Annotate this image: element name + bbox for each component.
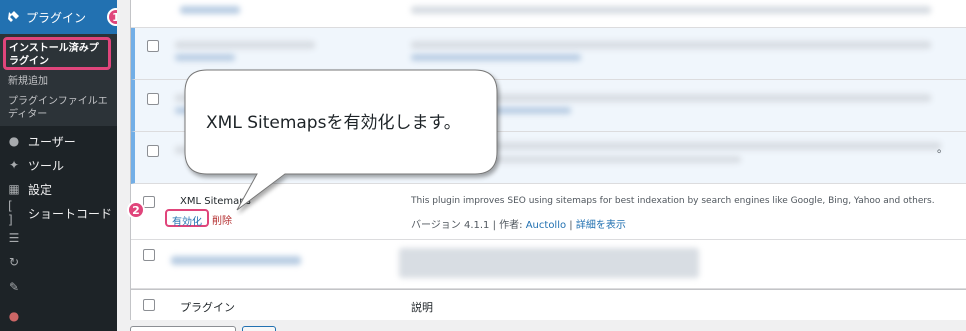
plugin-icon: ● bbox=[8, 309, 20, 323]
bulk-action-select[interactable] bbox=[130, 326, 236, 331]
footer-plugin-header: プラグイン bbox=[180, 301, 235, 314]
meta-separator: | bbox=[566, 220, 576, 231]
sidebar-item-edit[interactable]: ✎ bbox=[0, 275, 117, 299]
plugin-meta: バージョン 4.1.1 | 作者: Auctollo | 詳細を表示 bbox=[411, 216, 626, 231]
sidebar-item-shortcode[interactable]: [ ] ショートコード bbox=[0, 199, 117, 227]
sidebar-item-label: ツール bbox=[28, 158, 65, 173]
sidebar-item-refresh[interactable]: ↻ bbox=[0, 250, 117, 274]
footer-description-header: 説明 bbox=[411, 301, 433, 314]
row-checkbox[interactable] bbox=[147, 145, 159, 157]
row-checkbox[interactable] bbox=[143, 249, 155, 261]
truncated-text: 。 bbox=[937, 142, 948, 155]
brackets-icon: [ ] bbox=[8, 199, 13, 227]
sidebar-item-plugin[interactable]: ● bbox=[0, 304, 117, 328]
plugin-icon bbox=[8, 11, 19, 22]
user-icon: ● bbox=[8, 134, 20, 148]
plugins-submenu: インストール済みプラグイン 新規追加 プラグインファイルエディター bbox=[0, 34, 117, 126]
table-row bbox=[131, 240, 966, 289]
apply-button[interactable] bbox=[242, 326, 276, 331]
author-link[interactable]: Auctollo bbox=[526, 220, 566, 231]
sidebar-item-label: ユーザー bbox=[28, 134, 76, 149]
submenu-add-new[interactable]: 新規追加 bbox=[8, 75, 114, 88]
settings-icon: ▦ bbox=[8, 182, 20, 196]
sidebar-item-users[interactable]: ● ユーザー bbox=[0, 129, 117, 153]
edit-icon: ✎ bbox=[8, 280, 20, 294]
meta-separator: | 作者: bbox=[489, 220, 526, 231]
submenu-plugin-editor[interactable]: プラグインファイルエディター bbox=[8, 95, 114, 121]
list-icon: ☰ bbox=[8, 231, 20, 245]
submenu-installed-plugins[interactable]: インストール済みプラグイン bbox=[3, 37, 111, 70]
wrench-icon: ✦ bbox=[8, 158, 20, 172]
sidebar-item-tools[interactable]: ✦ ツール bbox=[0, 153, 117, 177]
refresh-icon: ↻ bbox=[8, 255, 20, 269]
admin-sidebar: プラグイン インストール済みプラグイン 新規追加 プラグインファイルエディター … bbox=[0, 0, 117, 331]
plugin-version: バージョン 4.1.1 bbox=[411, 220, 490, 231]
callout-text: XML Sitemapsを有効化します。 bbox=[206, 113, 461, 133]
sidebar-item-settings[interactable]: ▦ 設定 bbox=[0, 177, 117, 201]
callout-bubble bbox=[184, 69, 498, 211]
sidebar-item-list[interactable]: ☰ bbox=[0, 226, 117, 250]
menu-plugins-label: プラグイン bbox=[26, 10, 87, 25]
table-row bbox=[131, 0, 966, 28]
row-checkbox[interactable] bbox=[147, 93, 159, 105]
sidebar-item-label: ショートコード bbox=[28, 206, 113, 221]
row-checkbox[interactable] bbox=[147, 40, 159, 52]
sidebar-item-label: 設定 bbox=[28, 182, 53, 197]
row-checkbox[interactable] bbox=[143, 196, 155, 208]
step-badge-2: 2 bbox=[127, 201, 145, 219]
view-details-link[interactable]: 詳細を表示 bbox=[576, 220, 626, 231]
select-all-checkbox[interactable] bbox=[143, 299, 155, 311]
table-footer: プラグイン 説明 bbox=[131, 289, 966, 320]
menu-plugins[interactable]: プラグイン bbox=[0, 0, 117, 34]
